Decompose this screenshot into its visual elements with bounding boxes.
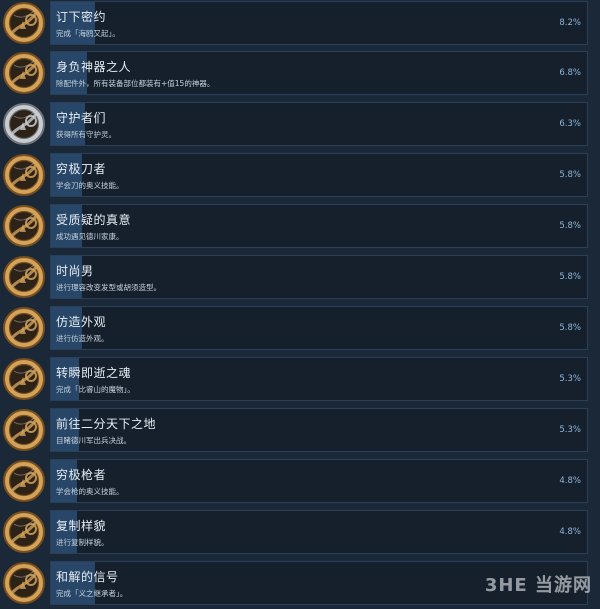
achievement-list: 订下密约 完成「海鸥又起」。 8.2% 身负神器之人 除配件外，所有装备部位都装… — [0, 0, 600, 605]
achievement-title: 身负神器之人 — [56, 60, 132, 74]
achievement-row[interactable]: 守护者们 获得所有守护灵。 6.3% — [0, 102, 600, 150]
achievement-description: 完成「比睿山的魔物」。 — [56, 385, 135, 394]
gold-medal-icon — [2, 255, 46, 299]
achievement-title: 订下密约 — [56, 10, 107, 24]
achievement-progress-bar: 受质疑的真意 成功遇见德川家康。 5.8% — [50, 204, 588, 248]
achievement-row[interactable]: 时尚男 进行理容改变发型或胡须造型。 5.8% — [0, 255, 600, 303]
achievement-row[interactable]: 前往二分天下之地 目睹德川军出兵决战。 5.3% — [0, 408, 600, 456]
achievement-progress-bar: 转瞬即逝之魂 完成「比睿山的魔物」。 5.3% — [50, 357, 588, 401]
gold-medal-icon — [2, 204, 46, 248]
achievement-description: 进行理容改变发型或胡须造型。 — [56, 283, 161, 292]
gold-medal-icon — [2, 1, 46, 45]
achievement-progress-bar: 仿造外观 进行仿造外观。 5.8% — [50, 306, 588, 350]
achievement-progress-bar: 时尚男 进行理容改变发型或胡须造型。 5.8% — [50, 255, 588, 299]
achievement-description: 学会枪的奥义技能。 — [56, 487, 124, 496]
achievement-percent: 5.8% — [559, 272, 581, 282]
silver-medal-icon — [2, 102, 46, 146]
achievement-description: 目睹德川军出兵决战。 — [56, 436, 131, 445]
gold-medal-icon — [2, 51, 46, 95]
achievement-row[interactable]: 受质疑的真意 成功遇见德川家康。 5.8% — [0, 204, 600, 252]
gold-medal-icon — [2, 153, 46, 197]
achievement-title: 时尚男 — [56, 264, 94, 278]
gold-medal-icon — [2, 306, 46, 350]
achievement-row[interactable]: 复制样貌 进行复制样貌。 4.8% — [0, 510, 600, 558]
achievement-percent: 5.3% — [559, 374, 581, 384]
gold-medal-icon — [2, 357, 46, 401]
achievement-row[interactable]: 订下密约 完成「海鸥又起」。 8.2% — [0, 1, 600, 49]
gold-medal-icon — [2, 561, 46, 605]
achievement-progress-bar: 穷极枪者 学会枪的奥义技能。 4.8% — [50, 459, 588, 503]
achievement-title: 转瞬即逝之魂 — [56, 366, 132, 380]
achievement-percent: 5.3% — [559, 425, 581, 435]
site-watermark-logo: 3HE 当游网 — [484, 575, 592, 596]
achievement-row[interactable]: 仿造外观 进行仿造外观。 5.8% — [0, 306, 600, 354]
achievement-title: 复制样貌 — [56, 519, 107, 533]
achievement-description: 进行仿造外观。 — [56, 334, 109, 343]
achievement-title: 穷极刀者 — [56, 162, 107, 176]
achievement-percent: 5.8% — [559, 221, 581, 231]
achievement-row[interactable]: 身负神器之人 除配件外，所有装备部位都装有+值15的神器。 6.8% — [0, 51, 600, 99]
achievement-progress-bar: 穷极刀者 学会刀的奥义技能。 5.8% — [50, 153, 588, 197]
achievement-row[interactable]: 转瞬即逝之魂 完成「比睿山的魔物」。 5.3% — [0, 357, 600, 405]
gold-medal-icon — [2, 510, 46, 554]
achievement-percent: 6.3% — [559, 119, 581, 129]
achievement-title: 守护者们 — [56, 111, 107, 125]
achievement-progress-bar: 前往二分天下之地 目睹德川军出兵决战。 5.3% — [50, 408, 588, 452]
achievement-percent: 4.8% — [559, 476, 581, 486]
achievement-description: 获得所有守护灵。 — [56, 130, 116, 139]
achievement-description: 完成「海鸥又起」。 — [56, 29, 120, 38]
achievement-progress-bar: 复制样貌 进行复制样貌。 4.8% — [50, 510, 588, 554]
achievement-progress-bar: 守护者们 获得所有守护灵。 6.3% — [50, 102, 588, 146]
achievement-title: 和解的信号 — [56, 570, 119, 584]
achievement-row[interactable]: 穷极枪者 学会枪的奥义技能。 4.8% — [0, 459, 600, 507]
achievement-percent: 5.8% — [559, 170, 581, 180]
achievement-title: 穷极枪者 — [56, 468, 107, 482]
achievement-title: 受质疑的真意 — [56, 213, 132, 227]
achievement-percent: 4.8% — [559, 527, 581, 537]
achievement-description: 完成「义之继承者」。 — [56, 589, 128, 598]
achievement-description: 学会刀的奥义技能。 — [56, 181, 124, 190]
achievement-progress-bar: 身负神器之人 除配件外，所有装备部位都装有+值15的神器。 6.8% — [50, 51, 588, 95]
achievement-title: 仿造外观 — [56, 315, 107, 329]
gold-medal-icon — [2, 408, 46, 452]
achievement-row[interactable]: 穷极刀者 学会刀的奥义技能。 5.8% — [0, 153, 600, 201]
achievement-progress-bar: 订下密约 完成「海鸥又起」。 8.2% — [50, 1, 588, 45]
achievement-percent: 5.8% — [559, 323, 581, 333]
achievement-description: 进行复制样貌。 — [56, 538, 109, 547]
achievement-title: 前往二分天下之地 — [56, 417, 157, 431]
achievement-percent: 6.8% — [559, 68, 581, 78]
achievement-description: 除配件外，所有装备部位都装有+值15的神器。 — [56, 79, 215, 88]
achievement-description: 成功遇见德川家康。 — [56, 232, 124, 241]
gold-medal-icon — [2, 459, 46, 503]
achievement-percent: 8.2% — [559, 18, 581, 28]
